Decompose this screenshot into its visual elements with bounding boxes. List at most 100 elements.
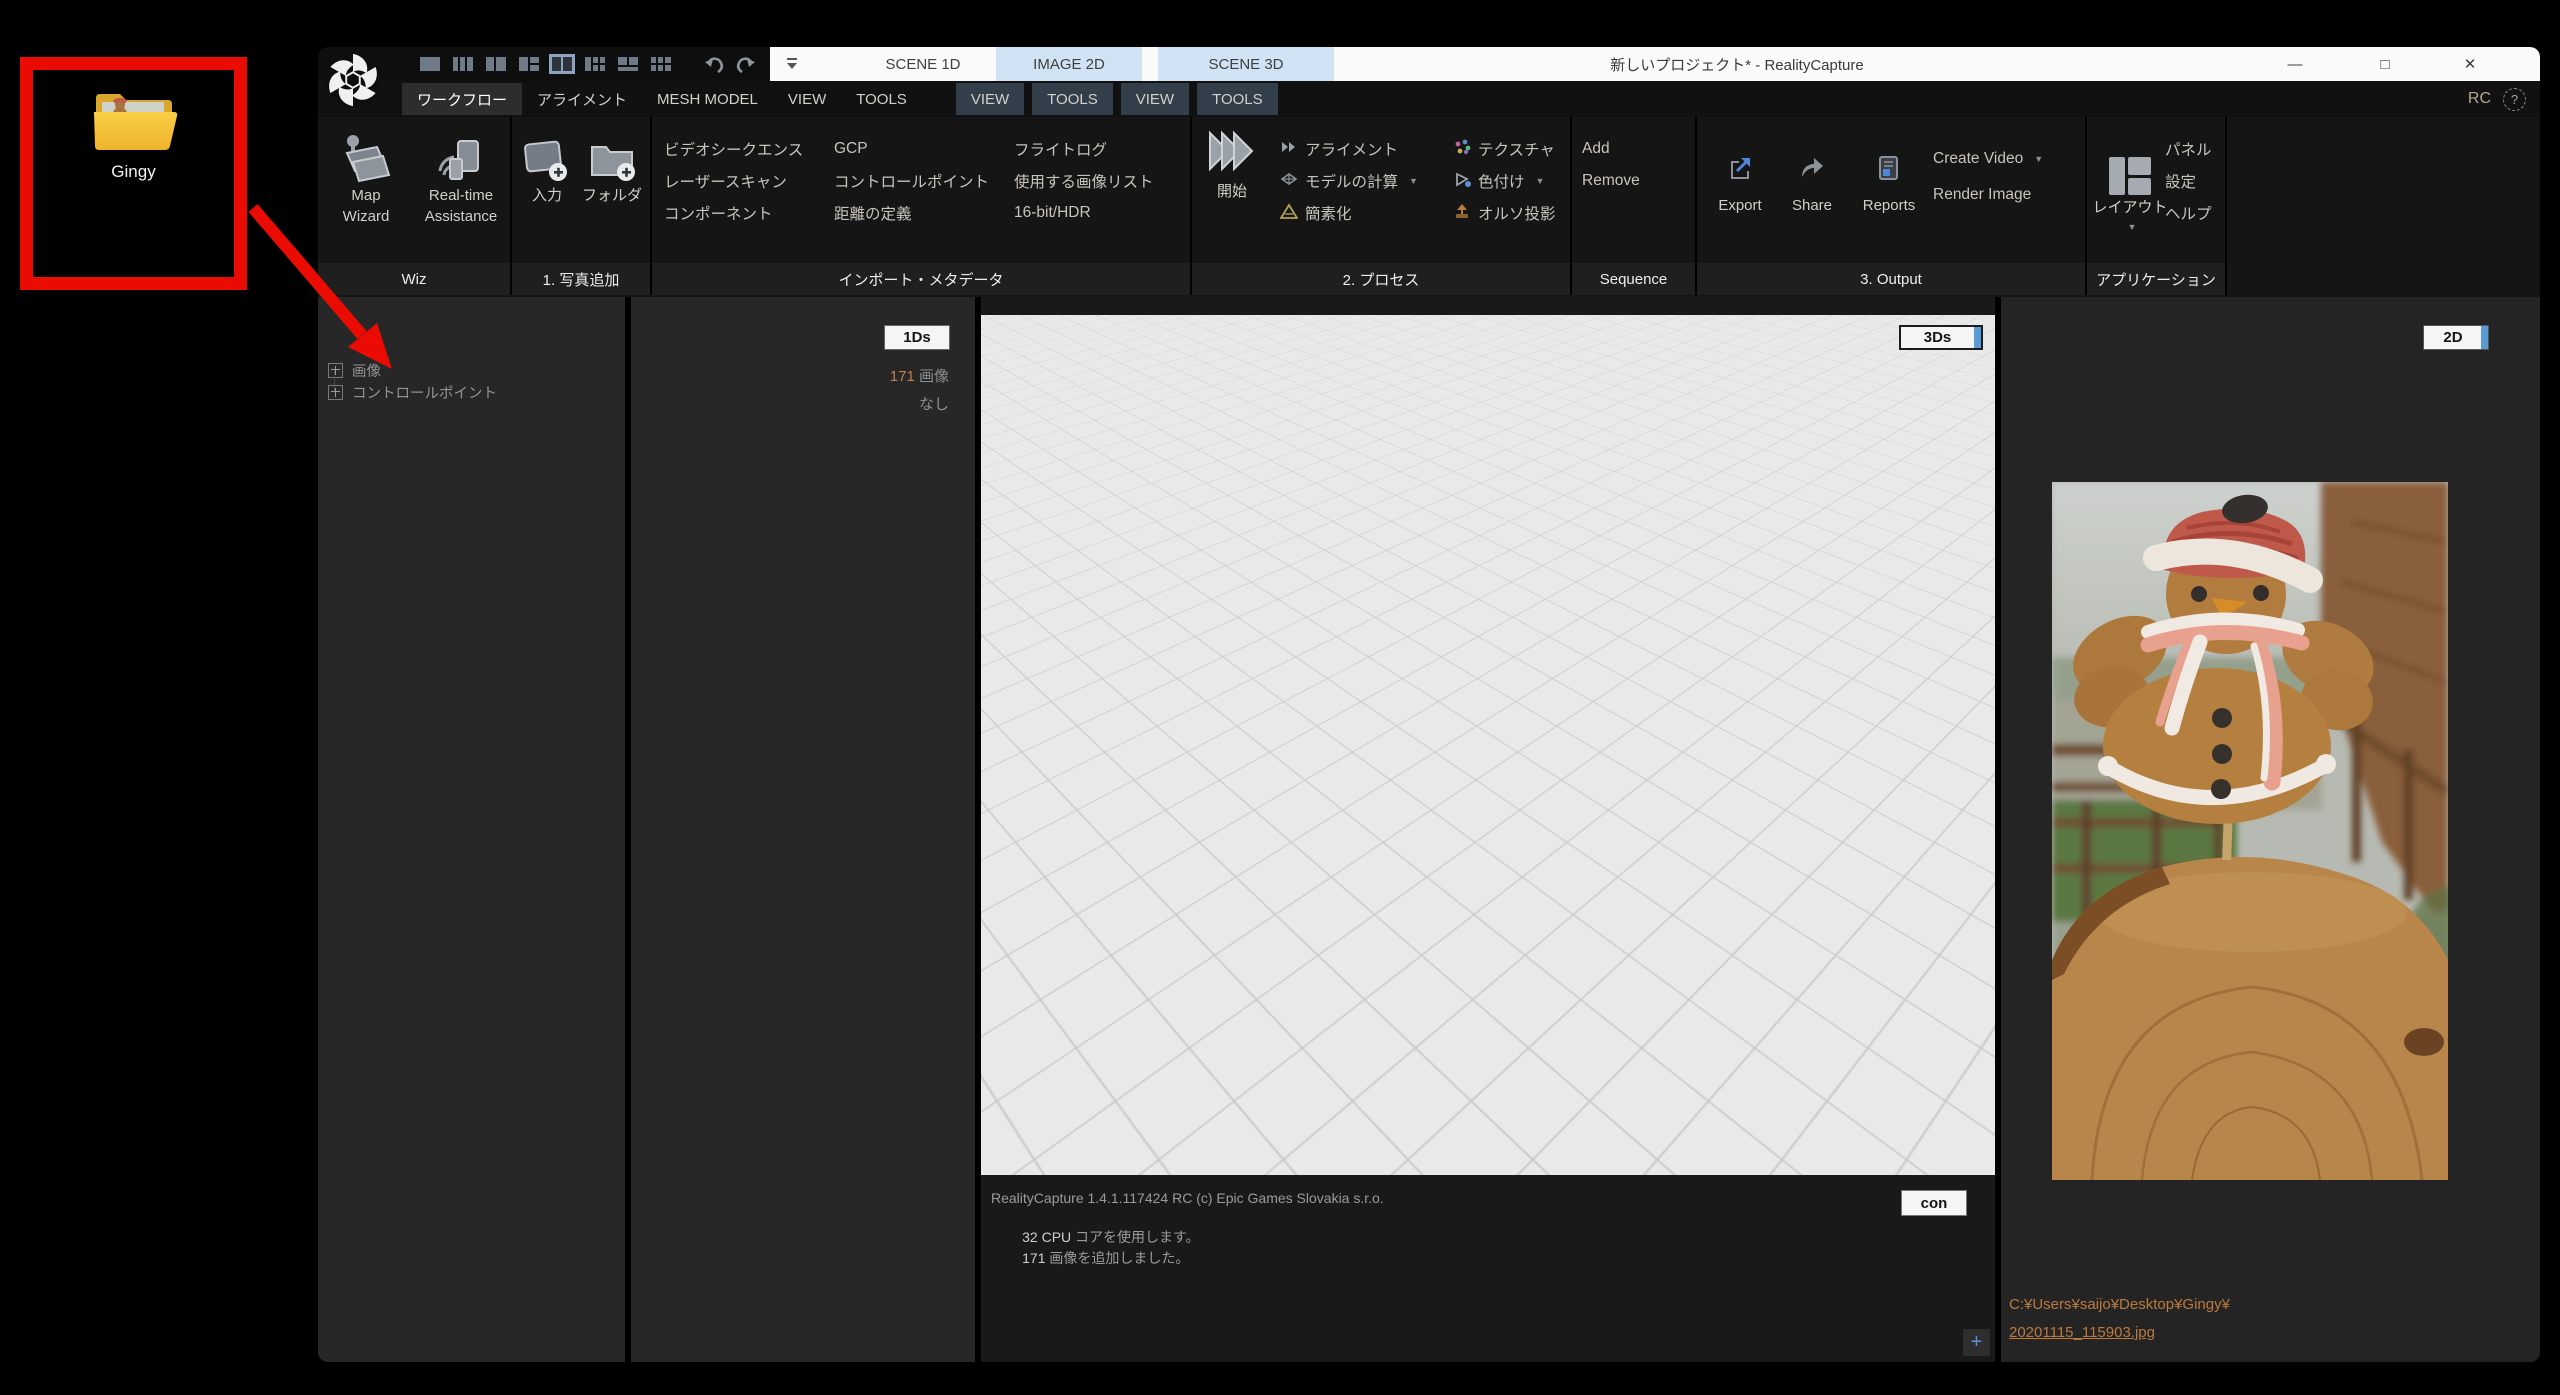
- texture-icon: [1453, 138, 1471, 161]
- process-simplify-button[interactable]: 簡素化: [1280, 197, 1418, 229]
- view-badge-1ds[interactable]: 1Ds: [884, 325, 950, 350]
- import-laser-scan[interactable]: レーザースキャン: [664, 165, 803, 197]
- menu-tab-alignment[interactable]: アライメント: [522, 83, 642, 115]
- realtime-assistance-button[interactable]: Real-time Assistance: [414, 127, 508, 227]
- window-title: 新しいプロジェクト* - RealityCapture: [1610, 47, 1863, 81]
- import-image-list[interactable]: 使用する画像リスト: [1014, 165, 1154, 197]
- share-button[interactable]: Share: [1783, 145, 1841, 214]
- realitycapture-logo-icon: [324, 49, 382, 111]
- layout-button[interactable]: レイアウト ▼: [2087, 131, 2173, 232]
- process-alignment-label: アライメント: [1305, 138, 1398, 160]
- process-start-label: 開始: [1217, 181, 1247, 202]
- view-badge-3ds[interactable]: 3Ds: [1899, 325, 1983, 350]
- add-folder-button[interactable]: フォルダ: [578, 127, 646, 206]
- layout-preset-toolbar: [417, 54, 674, 74]
- layout-preset-3-icon[interactable]: [483, 54, 509, 74]
- help-icon[interactable]: ?: [2503, 88, 2526, 111]
- process-ortho-projection-button[interactable]: オルソ投影: [1453, 197, 1556, 229]
- ribbon: Map Wizard Real-time Assistance 入力: [318, 117, 2540, 263]
- process-alignment-button[interactable]: アライメント: [1280, 133, 1418, 165]
- settings-button[interactable]: 設定: [2165, 165, 2212, 197]
- menu-tab-view-1ds[interactable]: VIEW: [956, 83, 1024, 115]
- layout-preset-8-icon[interactable]: [648, 54, 674, 74]
- menu-tab-tools[interactable]: TOOLS: [841, 83, 922, 115]
- annotation-arrow: [240, 195, 410, 385]
- scene-3d-panel: 3Ds RealityCapture 1.4.1.117424 RC (c) E…: [981, 297, 1995, 1362]
- tab-scene-3d[interactable]: SCENE 3D: [1158, 47, 1334, 81]
- desktop-folder-gingy[interactable]: Gingy: [33, 70, 234, 277]
- console-line-version: RealityCapture 1.4.1.117424 RC (c) Epic …: [991, 1190, 1384, 1206]
- group-label-application: アプリケーション: [2087, 263, 2227, 295]
- mesh-model-icon: [1280, 170, 1298, 193]
- view-badge-2d[interactable]: 2D: [2423, 325, 2489, 350]
- share-icon: [1799, 145, 1825, 191]
- viewport-3d[interactable]: 3Ds: [981, 315, 1995, 1175]
- panel-button[interactable]: パネル: [2165, 133, 2212, 165]
- console-line-images-added: 171 画像を追加しました。: [991, 1232, 1189, 1284]
- import-video-sequence[interactable]: ビデオシークエンス: [664, 133, 803, 165]
- group-label-add-photos: 1. 写真追加: [512, 263, 652, 295]
- perspective-grid: [981, 315, 1995, 582]
- import-define-distance[interactable]: 距離の定義: [834, 197, 989, 229]
- import-control-points[interactable]: コントロールポイント: [834, 165, 989, 197]
- menu-tab-tools-3ds[interactable]: TOOLS: [1197, 83, 1278, 115]
- menu-tab-tools-1ds[interactable]: TOOLS: [1032, 83, 1113, 115]
- minimize-button[interactable]: —: [2272, 47, 2318, 81]
- layout-preset-4-icon[interactable]: [516, 54, 542, 74]
- help-button[interactable]: ヘルプ: [2165, 197, 2212, 229]
- tab-image-2d[interactable]: IMAGE 2D: [996, 47, 1142, 81]
- console-image-text: 画像を追加しました。: [1045, 1250, 1189, 1266]
- menu-tab-mesh-model[interactable]: MESH MODEL: [642, 83, 773, 115]
- scene-dropdown-icon[interactable]: [784, 56, 800, 77]
- menu-tab-view-3ds[interactable]: VIEW: [1121, 83, 1189, 115]
- console-badge-con[interactable]: con: [1901, 1190, 1967, 1216]
- sequence-add-button[interactable]: Add: [1582, 133, 1640, 165]
- ribbon-group-add-photos: 入力 フォルダ: [512, 117, 652, 263]
- ribbon-group-labels: Wiz 1. 写真追加 インポート・メタデータ 2. プロセス Sequence…: [318, 263, 2540, 295]
- maximize-button[interactable]: □: [2362, 47, 2408, 81]
- ribbon-group-application: レイアウト ▼ パネル 設定 ヘルプ: [2087, 117, 2227, 263]
- layout-preset-2-icon[interactable]: [450, 54, 476, 74]
- import-component[interactable]: コンポーネント: [664, 197, 803, 229]
- layout-preset-6-icon[interactable]: [582, 54, 608, 74]
- menu-tab-workflow[interactable]: ワークフロー: [402, 83, 522, 115]
- layout-label: レイアウト: [2092, 197, 2167, 218]
- undo-icon[interactable]: [702, 54, 726, 74]
- chevron-down-icon: ▼: [2034, 154, 2043, 164]
- sequence-remove-button[interactable]: Remove: [1582, 165, 1640, 197]
- create-video-label: Create Video: [1933, 150, 2023, 168]
- expand-icon[interactable]: [328, 385, 343, 400]
- export-button[interactable]: Export: [1709, 145, 1771, 214]
- import-16bit-hdr[interactable]: 16-bit/HDR: [1014, 197, 1154, 229]
- reports-button[interactable]: Reports: [1853, 145, 1925, 214]
- layout-preset-5-icon-selected[interactable]: [549, 54, 575, 74]
- add-view-button[interactable]: +: [1963, 1329, 1990, 1356]
- image-path-directory: C:¥Users¥saijo¥Desktop¥Gingy¥: [2009, 1296, 2230, 1313]
- titlebar: SCENE 1D IMAGE 2D SCENE 3D 新しいプロジェクト* - …: [770, 47, 2540, 81]
- process-start-button[interactable]: 開始: [1200, 123, 1264, 202]
- redo-icon[interactable]: [734, 54, 758, 74]
- import-gcp[interactable]: GCP: [834, 133, 989, 165]
- import-flight-log[interactable]: フライトログ: [1014, 133, 1154, 165]
- chevron-down-icon: ▼: [1536, 176, 1545, 186]
- group-label-output: 3. Output: [1697, 263, 2087, 295]
- folder-icon: [90, 84, 178, 156]
- image-path-filename[interactable]: 20201115_115903.jpg: [2009, 1324, 2155, 1341]
- process-texture-button[interactable]: テクスチャ: [1453, 133, 1556, 165]
- create-video-button[interactable]: Create Video ▼: [1933, 141, 2043, 177]
- process-calculate-model-button[interactable]: モデルの計算 ▼: [1280, 165, 1418, 197]
- photo-gingerbread[interactable]: [2052, 482, 2448, 1180]
- start-icon: [1204, 123, 1260, 181]
- tab-scene-1d[interactable]: SCENE 1D: [850, 47, 996, 81]
- close-button[interactable]: ✕: [2447, 47, 2493, 81]
- add-inputs-button[interactable]: 入力: [516, 127, 578, 206]
- layout-preset-1-icon[interactable]: [417, 54, 443, 74]
- rc-account-label[interactable]: RC: [2468, 90, 2491, 108]
- ribbon-group-sequence: Add Remove: [1572, 117, 1697, 263]
- ortho-projection-icon: [1453, 202, 1471, 225]
- process-colorize-button[interactable]: 色付け ▼: [1453, 165, 1556, 197]
- render-image-button[interactable]: Render Image: [1933, 177, 2043, 213]
- folder-label: Gingy: [111, 162, 155, 182]
- menu-tab-view[interactable]: VIEW: [773, 83, 841, 115]
- layout-preset-7-icon[interactable]: [615, 54, 641, 74]
